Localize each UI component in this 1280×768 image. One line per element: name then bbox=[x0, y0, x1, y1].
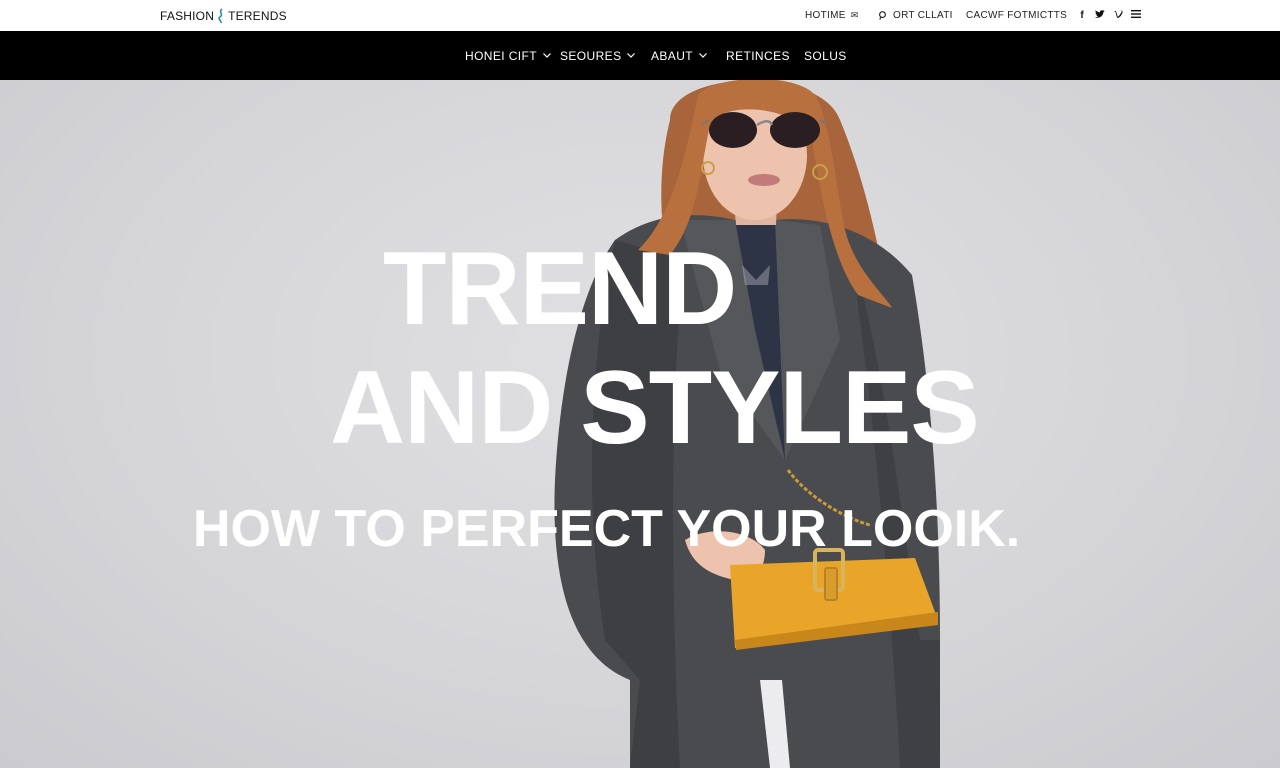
menu-icon[interactable] bbox=[1131, 10, 1141, 21]
brand-logo[interactable]: FASHION TERENDS bbox=[160, 8, 287, 24]
chevron-down-icon bbox=[543, 53, 551, 58]
hero-title-line-1: TREND bbox=[383, 231, 737, 347]
hero-subtitle: HOW TO PERFECT YOUR LOOIK. bbox=[193, 500, 1021, 558]
nav-item-home-gift[interactable]: HONEI CIFT bbox=[465, 31, 551, 80]
utility-bar: FASHION TERENDS HOTIME ✉ ORT CLLATI CACW… bbox=[0, 0, 1280, 31]
brand-mark-icon bbox=[218, 8, 223, 24]
nav-item-about[interactable]: ABAUT bbox=[651, 31, 707, 80]
main-nav: HONEI CIFT SEOURES ABAUT RETINCES SOLUS bbox=[0, 31, 1280, 80]
utility-contact-label: ORT CLLATI bbox=[893, 10, 953, 21]
chevron-down-icon bbox=[699, 53, 707, 58]
nav-item-sources[interactable]: SEOURES bbox=[560, 31, 636, 80]
nav-item-label: HONEI CIFT bbox=[465, 48, 537, 63]
nav-item-solus[interactable]: SOLUS bbox=[804, 31, 847, 80]
gift-icon: ✉ bbox=[850, 10, 859, 20]
hero-banner: TREND AND STYLES HOW TO PERFECT YOUR LOO… bbox=[0, 80, 1280, 768]
utility-shop-label: CACWF FOTMICTTS bbox=[966, 10, 1068, 21]
nav-item-label: ABAUT bbox=[651, 48, 694, 63]
utility-home-link[interactable]: HOTIME ✉ bbox=[805, 0, 859, 31]
nav-item-retinces[interactable]: RETINCES bbox=[726, 31, 790, 80]
brand-name-right: TERENDS bbox=[228, 9, 287, 23]
nav-item-label: SOLUS bbox=[804, 48, 847, 63]
twitter-icon[interactable] bbox=[1095, 9, 1105, 22]
facebook-icon[interactable]: f bbox=[1077, 10, 1087, 21]
social-links: f bbox=[1077, 0, 1141, 31]
utility-contact-link[interactable]: ORT CLLATI bbox=[878, 0, 953, 31]
hero-title-line-2: AND STYLES bbox=[330, 350, 980, 466]
nav-item-label: SEOURES bbox=[560, 48, 622, 63]
vimeo-icon[interactable] bbox=[1113, 10, 1123, 21]
brand-name-left: FASHION bbox=[160, 9, 215, 23]
utility-shop-link[interactable]: CACWF FOTMICTTS bbox=[966, 0, 1067, 31]
nav-item-label: RETINCES bbox=[726, 48, 790, 63]
chevron-down-icon bbox=[627, 53, 636, 58]
utility-home-label: HOTIME bbox=[805, 10, 846, 21]
location-pin-icon bbox=[879, 11, 886, 20]
